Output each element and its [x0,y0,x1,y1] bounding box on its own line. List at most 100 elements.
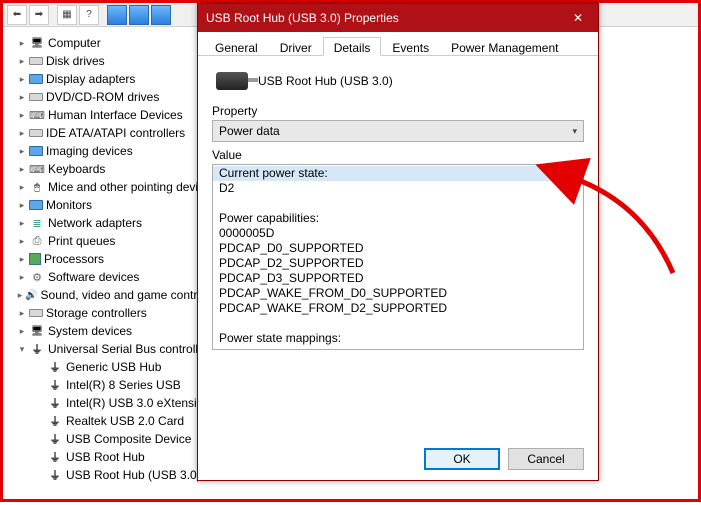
monitor-icon [29,200,43,210]
properties-dialog: USB Root Hub (USB 3.0) Properties ✕ Gene… [197,3,599,481]
expand-arrow-icon[interactable] [16,200,28,211]
tree-item[interactable]: Monitors [16,196,226,214]
tree-item[interactable]: Realtek USB 2.0 Card [16,412,226,430]
close-button[interactable]: ✕ [558,4,598,32]
tree-item[interactable]: Generic USB Hub [16,358,226,376]
expand-arrow-icon[interactable] [16,110,28,121]
tab-power-management[interactable]: Power Management [440,37,569,56]
tab-details[interactable]: Details [323,37,382,56]
tree-item-label: Print queues [48,234,115,248]
tree-item-label: Keyboards [48,162,105,176]
tree-item[interactable]: Intel(R) USB 3.0 eXtensible [16,394,226,412]
usb-icon [47,432,63,446]
drive-icon [29,57,43,65]
expand-arrow-icon[interactable] [16,38,28,49]
tree-item[interactable]: Network adapters [16,214,226,232]
tree-item[interactable]: Storage controllers [16,304,226,322]
tree-item[interactable]: Keyboards [16,160,226,178]
expand-arrow-icon[interactable] [16,326,28,337]
tree-item-label: Realtek USB 2.0 Card [66,414,184,428]
expand-arrow-icon[interactable] [16,272,28,283]
tree-item-label: Universal Serial Bus controllers [48,342,215,356]
value-listbox[interactable]: Current power state:D2 Power capabilitie… [212,164,584,350]
tab-general[interactable]: General [204,37,269,56]
comp-icon [29,324,45,338]
tree-item-label: Intel(R) USB 3.0 eXtensible [66,396,213,410]
value-row[interactable]: PDCAP_D0_SUPPORTED [213,241,583,256]
tree-item-label: Human Interface Devices [48,108,183,122]
tree-item[interactable]: Software devices [16,268,226,286]
cancel-button[interactable]: Cancel [508,448,584,470]
expand-arrow-icon[interactable] [16,344,28,355]
expand-arrow-icon[interactable] [16,218,28,229]
tree-item[interactable]: Disk drives [16,52,226,70]
monitor-icon [29,74,43,84]
expand-arrow-icon[interactable] [16,308,28,319]
tree-item[interactable]: Mice and other pointing devices [16,178,226,196]
ok-button[interactable]: OK [424,448,500,470]
kb-icon [29,108,45,122]
drive-icon [29,93,43,101]
tree-item-label: USB Root Hub [66,450,145,464]
expand-arrow-icon[interactable] [16,164,28,175]
tree-item-label: USB Composite Device [66,432,191,446]
drive-icon [29,309,43,317]
tree-item-label: USB Root Hub (USB 3.0) [66,468,201,482]
tree-item[interactable]: IDE ATA/ATAPI controllers [16,124,226,142]
value-row[interactable]: Power capabilities: [213,211,583,226]
value-row[interactable]: PDCAP_WAKE_FROM_D2_SUPPORTED [213,301,583,316]
titlebar[interactable]: USB Root Hub (USB 3.0) Properties ✕ [198,4,598,32]
gear-icon [29,270,45,284]
usb-icon [47,414,63,428]
expand-arrow-icon[interactable] [16,254,28,265]
tree-item[interactable]: USB Root Hub [16,448,226,466]
device-tree: ComputerDisk drivesDisplay adaptersDVD/C… [6,30,226,496]
tree-item[interactable]: Sound, video and game controllers [16,286,226,304]
expand-arrow-icon[interactable] [16,290,24,301]
tab-driver[interactable]: Driver [269,37,323,56]
value-row[interactable]: PDCAP_WAKE_FROM_D0_SUPPORTED [213,286,583,301]
toolbar-button[interactable]: ▦ [57,5,77,25]
tree-item[interactable]: Display adapters [16,70,226,88]
value-row[interactable]: Current power state: [213,166,583,181]
tree-item[interactable]: Universal Serial Bus controllers [16,340,226,358]
expand-arrow-icon[interactable] [16,56,28,67]
expand-arrow-icon[interactable] [16,146,28,157]
tree-item-label: Generic USB Hub [66,360,161,374]
usb-hub-icon [216,72,248,90]
toolbar-icon[interactable] [151,5,171,25]
value-row[interactable]: 0000005D [213,226,583,241]
expand-arrow-icon[interactable] [16,92,28,103]
tab-events[interactable]: Events [381,37,440,56]
value-row[interactable]: PDCAP_D3_SUPPORTED [213,271,583,286]
tree-item[interactable]: Imaging devices [16,142,226,160]
tree-item[interactable]: System devices [16,322,226,340]
usb-icon [47,378,63,392]
toolbar-button[interactable]: ? [79,5,99,25]
tree-item[interactable]: Intel(R) 8 Series USB [16,376,226,394]
property-dropdown[interactable]: Power data ▾ [212,120,584,142]
tree-item[interactable]: USB Composite Device [16,430,226,448]
nav-back-button[interactable]: ⬅ [7,5,27,25]
value-row[interactable] [213,316,583,331]
expand-arrow-icon[interactable] [16,74,28,85]
expand-arrow-icon[interactable] [16,128,28,139]
tree-item-label: Monitors [46,198,92,212]
expand-arrow-icon[interactable] [16,182,28,193]
tree-item[interactable]: Print queues [16,232,226,250]
value-row[interactable]: Power state mappings: [213,331,583,346]
value-row[interactable]: D2 [213,181,583,196]
value-label: Value [212,148,584,162]
nav-fwd-button[interactable]: ➡ [29,5,49,25]
value-row[interactable] [213,196,583,211]
tree-item[interactable]: Processors [16,250,226,268]
value-row[interactable]: PDCAP_D2_SUPPORTED [213,256,583,271]
tree-item[interactable]: Computer [16,34,226,52]
tree-item[interactable]: DVD/CD-ROM drives [16,88,226,106]
toolbar-icon[interactable] [107,5,127,25]
usb-icon [47,396,63,410]
tree-item[interactable]: USB Root Hub (USB 3.0) [16,466,226,484]
toolbar-icon[interactable] [129,5,149,25]
tree-item[interactable]: Human Interface Devices [16,106,226,124]
expand-arrow-icon[interactable] [16,236,28,247]
